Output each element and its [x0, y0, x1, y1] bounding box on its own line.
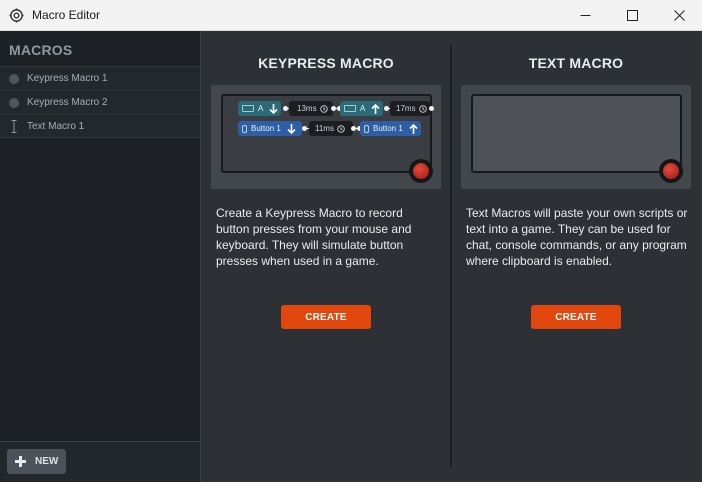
keypress-macro-description: Create a Keypress Macro to record button…	[216, 206, 412, 268]
record-icon	[659, 159, 683, 183]
maximize-icon	[626, 10, 638, 21]
key-chip: A	[238, 101, 281, 116]
sidebar-heading: MACROS	[9, 42, 73, 58]
clock-icon	[319, 104, 328, 113]
arrow-down-icon	[287, 123, 296, 134]
button-label: Button 1	[251, 124, 281, 133]
text-cursor-icon	[11, 120, 17, 133]
keypress-macro-icon	[9, 74, 19, 84]
mouse-button-chip: Button 1	[238, 121, 302, 136]
delay-chip: 17ms	[390, 101, 430, 116]
key-label: A	[258, 104, 264, 113]
close-button[interactable]	[656, 0, 702, 31]
mouse-button-chip: Button 1	[360, 121, 421, 136]
text-macro-preview	[461, 85, 691, 189]
keypress-macro-icon	[9, 98, 19, 108]
button-label: Button 1	[373, 124, 403, 133]
title-bar: Macro Editor	[0, 0, 702, 31]
clock-icon	[337, 124, 345, 133]
arrow-up-icon	[371, 103, 380, 114]
new-macro-label: NEW	[35, 456, 59, 467]
minimize-button[interactable]	[562, 0, 608, 31]
arrow-down-icon	[269, 103, 278, 114]
delay-label: 11ms	[315, 124, 334, 133]
clock-icon	[418, 104, 427, 113]
keypress-macro-preview: A 13ms A 17ms Button 1 11ms Button 1	[211, 85, 441, 189]
macro-list: Keypress Macro 1 Keypress Macro 2 Text M…	[0, 66, 200, 138]
text-macro-title: TEXT MACRO	[528, 55, 624, 71]
connector-dot	[429, 106, 434, 111]
create-text-macro-button[interactable]: CREATE	[531, 305, 621, 329]
delay-label: 13ms	[297, 104, 317, 113]
keyboard-icon	[242, 105, 254, 112]
preview-screen: A 13ms A 17ms Button 1 11ms Button 1	[221, 94, 434, 173]
plus-icon	[15, 456, 26, 467]
delay-chip: 11ms	[309, 121, 353, 136]
new-macro-button[interactable]: NEW	[7, 449, 66, 474]
main-content: KEYPRESS MACRO A 13ms A 17ms Button 1 11…	[201, 31, 702, 482]
panel-divider	[450, 45, 452, 467]
delay-label: 17ms	[396, 104, 416, 113]
sidebar-item-label: Keypress Macro 1	[27, 73, 108, 84]
delay-chip: 13ms	[289, 101, 333, 116]
sidebar-item-keypress-macro-1[interactable]: Keypress Macro 1	[0, 66, 200, 90]
arrow-up-icon	[409, 123, 418, 134]
sidebar-item-keypress-macro-2[interactable]: Keypress Macro 2	[0, 90, 200, 114]
key-label: A	[360, 104, 366, 113]
keypress-macro-title: KEYPRESS MACRO	[258, 55, 394, 71]
close-icon	[673, 10, 685, 21]
window-title: Macro Editor	[32, 8, 101, 22]
maximize-button[interactable]	[609, 0, 655, 31]
sidebar-item-label: Text Macro 1	[27, 121, 85, 132]
sidebar-item-label: Keypress Macro 2	[27, 97, 108, 108]
sidebar: MACROS Keypress Macro 1 Keypress Macro 2…	[0, 31, 201, 482]
sidebar-footer: NEW	[0, 441, 200, 482]
minimize-icon	[580, 15, 590, 16]
preview-screen	[471, 94, 682, 173]
keyboard-icon	[344, 105, 356, 112]
mouse-icon	[242, 124, 247, 133]
key-chip: A	[340, 101, 383, 116]
app-gear-icon	[9, 8, 24, 23]
text-macro-description: Text Macros will paste your own scripts …	[466, 206, 688, 268]
sidebar-item-text-macro-1[interactable]: Text Macro 1	[0, 114, 200, 138]
record-icon	[409, 159, 433, 183]
mouse-icon	[364, 124, 369, 133]
create-keypress-macro-button[interactable]: CREATE	[281, 305, 371, 329]
